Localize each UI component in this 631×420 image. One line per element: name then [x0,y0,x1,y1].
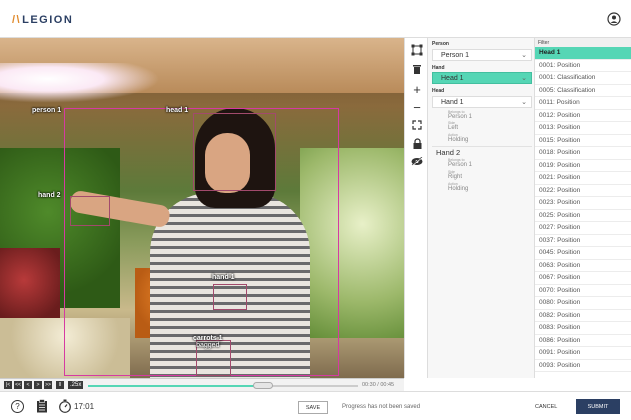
filter-list: Filter Head 1 0001: Position 0001: Classif… [535,38,631,378]
filter-item[interactable]: 0080: Position [535,297,631,310]
hand1-side-value[interactable]: Left [448,125,458,131]
eye-slash-icon[interactable] [408,152,426,170]
chevron-down-icon: ⌄ [521,75,527,82]
annotation-panel: Person Person 1 ⌄ Hand Head 1 ⌄ Head Han… [428,38,535,378]
filter-item[interactable]: 0093: Position [535,360,631,372]
label-hand-1: hand 1 [212,274,235,281]
filter-item[interactable]: 0037: Position [535,235,631,247]
clipboard-icon[interactable] [36,399,48,413]
hand2-side-value[interactable]: Right [448,174,462,180]
person-select-value: Person 1 [441,51,470,59]
label-carrots-1: carrots 1 bagged [193,335,223,349]
minus-icon[interactable]: − [408,98,426,116]
filter-item[interactable]: 0019: Position [535,160,631,172]
cancel-button[interactable]: CANCEL [535,404,557,410]
bbox-head-1[interactable] [193,113,276,191]
trash-icon[interactable] [408,60,426,78]
filter-item[interactable]: 0012: Position [535,110,631,122]
label-carrots-title: carrots 1 [193,335,223,342]
bounding-box-icon[interactable] [408,41,426,59]
save-button[interactable]: SAVE [298,401,328,414]
head-select[interactable]: Head 1 ⌄ [432,72,532,84]
save-status: Progress has not been saved [342,404,421,410]
tool-bar: + − [404,38,428,378]
video-timeline: |< << < > >> II .25x 00:30 / 00:45 [0,378,404,391]
play-button[interactable]: > [34,381,42,389]
hand1-action-value[interactable]: Holding [448,137,468,143]
filter-item[interactable]: 0018: Position [535,147,631,160]
divider [432,146,532,147]
rewind-button[interactable]: << [14,381,22,389]
filter-item[interactable]: 0011: Position [535,97,631,110]
hand-section-label: Hand [432,65,445,71]
filter-item[interactable]: 0070: Position [535,285,631,297]
filter-header[interactable]: Filter [535,38,631,47]
head-section-label: Head [432,88,445,94]
bbox-hand-1[interactable] [213,284,247,310]
label-hand-2: hand 2 [38,192,61,199]
hand2-belongs-value[interactable]: Person 1 [448,162,472,168]
person-select[interactable]: Person 1 ⌄ [432,49,532,61]
filter-item[interactable]: 0013: Position [535,122,631,135]
stopwatch-icon [59,399,71,413]
filter-item[interactable]: 0021: Position [535,172,631,185]
filter-item[interactable]: 0083: Position [535,322,631,335]
timeline-progress [88,385,256,387]
filter-item[interactable]: 0022: Position [535,185,631,197]
hand-select[interactable]: Hand 1 ⌄ [432,96,532,108]
label-head-1: head 1 [166,107,189,114]
timer-text: 17:01 [74,402,95,411]
expand-icon[interactable] [408,116,426,134]
label-carrots-sub: bagged [196,342,220,349]
filter-item[interactable]: 0025: Position [535,210,631,222]
hand2-action-value[interactable]: Holding [448,186,468,192]
user-circle-icon[interactable] [607,12,621,26]
hand2-title[interactable]: Hand 2 [436,148,460,157]
app-footer: ? 17:01 SAVE Progress has not been saved… [0,391,631,420]
help-icon[interactable]: ? [11,400,24,413]
red-vegetables [0,248,60,328]
filter-item[interactable]: 0091: Position [535,347,631,360]
first-frame-button[interactable]: |< [4,381,12,389]
label-person-1: person 1 [32,107,62,114]
bbox-hand-2[interactable] [70,196,110,226]
hand-select-value: Hand 1 [441,98,464,106]
filter-item[interactable]: 0015: Position [535,135,631,147]
filter-item[interactable]: Head 1 [535,47,631,60]
filter-item[interactable]: 0086: Position [535,335,631,347]
shelf-light [0,63,160,103]
logo-mark: /\ [12,14,22,26]
timeline-scrubber[interactable] [253,382,273,389]
head-select-value: Head 1 [441,74,464,82]
filter-item[interactable]: 0005: Classification [535,85,631,97]
prev-frame-button[interactable]: < [24,381,32,389]
filter-item[interactable]: 0023: Position [535,197,631,210]
filter-item[interactable]: 0001: Classification [535,72,631,85]
timeline-track[interactable] [88,385,358,387]
alegion-logo: /\LEGION [12,14,73,26]
pause-icon[interactable]: II [56,381,64,389]
filter-item[interactable]: 0001: Position [535,60,631,72]
filter-item[interactable]: 0067: Position [535,272,631,285]
timecode: 00:30 / 00:45 [362,382,395,388]
submit-button[interactable]: SUBMIT [576,399,620,414]
chevron-down-icon: ⌄ [521,99,527,106]
filter-item[interactable]: 0063: Position [535,260,631,272]
video-canvas[interactable]: person 1 head 1 hand 2 hand 1 carrots 1 … [0,38,404,378]
filter-item[interactable]: 0027: Position [535,222,631,235]
filter-item[interactable]: 0082: Position [535,310,631,322]
filter-item[interactable]: 0045: Position [535,247,631,260]
fast-forward-button[interactable]: >> [44,381,52,389]
plus-icon[interactable]: + [408,80,426,98]
lock-icon[interactable] [408,134,426,152]
logo-text: LEGION [22,14,74,26]
chevron-down-icon: ⌄ [521,52,527,59]
app-header: /\LEGION [0,0,631,38]
speed-select[interactable]: .25x [68,381,84,389]
hand1-belongs-value[interactable]: Person 1 [448,114,472,120]
person-section-label: Person [432,41,449,47]
